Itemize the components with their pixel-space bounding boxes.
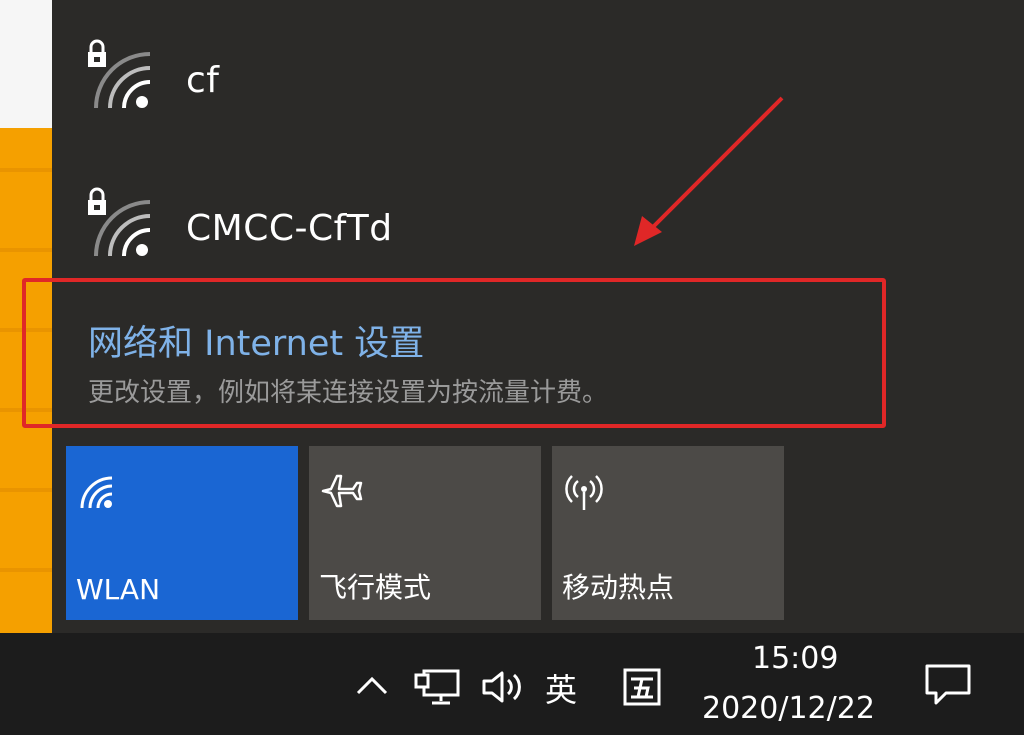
airplane-icon [321,474,363,508]
quick-action-airplane-mode[interactable]: 飞行模式 [309,446,541,620]
action-center-icon[interactable] [924,663,972,707]
network-ethernet-icon[interactable] [414,667,462,707]
annotation-arrow [634,96,784,246]
mobile-hotspot-icon [565,475,603,510]
quick-action-mobile-hotspot[interactable]: 移动热点 [552,446,784,620]
clock-date[interactable]: 2020/12/22 [702,691,875,726]
input-method-icon[interactable] [622,667,662,707]
input-language-indicator[interactable]: 英 [545,665,577,711]
wifi-icon [80,476,113,509]
volume-icon[interactable] [480,667,528,707]
tile-label: WLAN [76,573,161,606]
tile-label: 飞行模式 [319,571,432,604]
tile-label: 移动热点 [562,571,675,604]
taskbar: 英 15:09 2020/12/22 [0,633,1024,735]
clock-time[interactable]: 15:09 [752,641,838,676]
quick-action-wlan[interactable]: WLAN [66,446,298,620]
chevron-up-icon[interactable] [354,673,390,697]
